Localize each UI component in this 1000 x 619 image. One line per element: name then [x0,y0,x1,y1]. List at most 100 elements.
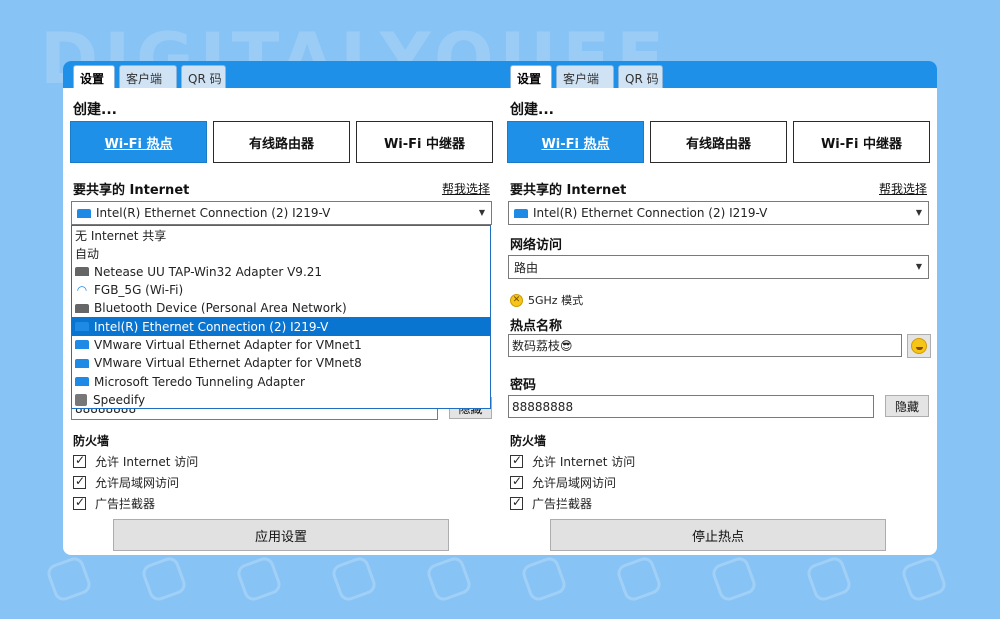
dropdown-option[interactable]: 自动 [72,244,490,262]
ad-blocker-option[interactable]: 广告拦截器 [510,495,592,512]
hotspot-name-value: 数码荔枝😎 [512,339,573,353]
speedify-app-icon [75,393,87,406]
5ghz-mode-label: 5GHz 模式 [528,294,584,307]
help-me-choose-link[interactable]: 帮我选择 [879,180,927,197]
checkbox[interactable] [510,495,523,510]
firewall-label: 防火墙 [510,434,547,448]
checkbox-label: 广告拦截器 [532,497,593,511]
checkbox[interactable] [73,453,86,468]
dropdown-option[interactable]: 无 Internet 共享 [72,226,490,244]
internet-select[interactable]: Intel(R) Ethernet Connection (2) I219-V … [508,201,929,225]
tab-settings[interactable]: 设置 [73,65,115,88]
network-adapter-icon [75,322,89,332]
dropdown-option-label: Intel(R) Ethernet Connection (2) I219-V [94,319,329,334]
network-access-label: 网络访问 [510,238,563,253]
internet-select[interactable]: Intel(R) Ethernet Connection (2) I219-V … [71,201,492,225]
dropdown-option-label: Bluetooth Device (Personal Area Network) [94,301,347,316]
dropdown-option[interactable]: Bluetooth Device (Personal Area Network) [72,299,490,317]
wifi-hotspot-button[interactable]: Wi-Fi 热点 [507,121,644,163]
firewall-label: 防火墙 [73,434,110,448]
dropdown-option-label: Netease UU TAP-Win32 Adapter V9.21 [94,264,323,279]
dropdown-option-label: VMware Virtual Ethernet Adapter for VMne… [94,356,362,371]
dropdown-option[interactable]: Netease UU TAP-Win32 Adapter V9.21 [72,263,490,281]
dropdown-option-label: Speedify [93,392,146,407]
checkbox-label: 允许 Internet 访问 [95,455,199,469]
allow-lan-option[interactable]: 允许局域网访问 [510,474,616,491]
network-access-value: 路由 [514,260,539,275]
ad-blocker-option[interactable]: 广告拦截器 [73,495,155,512]
decorative-icon [139,554,189,604]
hide-password-button[interactable]: 隐藏 [885,395,929,417]
hotspot-name-input[interactable]: 数码荔枝😎 [508,334,902,357]
network-adapter-icon [514,208,528,218]
decorative-icon [424,554,474,604]
wifi-repeater-label: Wi-Fi 中继器 [383,136,466,152]
dropdown-option[interactable]: VMware Virtual Ethernet Adapter for VMne… [72,354,490,372]
wired-router-button[interactable]: 有线路由器 [213,121,350,163]
chevron-down-icon: ▼ [915,262,922,271]
network-adapter-gray-icon [75,267,89,277]
network-adapter-gray-icon [75,303,89,313]
network-access-select[interactable]: 路由 ▼ [508,255,929,279]
wifi-hotspot-label: Wi-Fi 热点 [104,136,173,152]
internet-select-value: Intel(R) Ethernet Connection (2) I219-V [533,206,768,220]
close-circle-icon: ✕ [510,293,523,307]
decorative-icon [519,554,569,604]
internet-share-label: 要共享的 Internet [73,183,190,198]
wifi-hotspot-button[interactable]: Wi-Fi 热点 [70,121,207,163]
left-panel: 设置 客户端 QR 码 创建... Wi-Fi 热点 有线路由器 Wi-Fi 中… [63,61,500,555]
password-input[interactable]: 88888888 [508,395,874,418]
decorative-icon [804,554,854,604]
right-panel: 设置 客户端 QR 码 创建... Wi-Fi 热点 有线路由器 Wi-Fi 中… [500,61,937,555]
dropdown-option-selected[interactable]: Intel(R) Ethernet Connection (2) I219-V [72,317,490,336]
checkbox[interactable] [510,453,523,468]
tab-qr-code[interactable]: QR 码 [181,65,226,88]
checkbox-label: 允许 Internet 访问 [532,455,636,469]
allow-lan-option[interactable]: 允许局域网访问 [73,474,179,491]
wired-router-label: 有线路由器 [248,136,314,152]
dropdown-option-label: Microsoft Teredo Tunneling Adapter [94,374,305,389]
wifi-repeater-button[interactable]: Wi-Fi 中继器 [793,121,930,163]
stop-hotspot-button[interactable]: 停止热点 [550,519,886,551]
checkbox[interactable] [73,474,86,489]
hotspot-name-label: 热点名称 [510,319,563,334]
chevron-down-icon: ▼ [915,208,922,217]
dropdown-option[interactable]: Speedify [72,391,490,409]
tab-clients[interactable]: 客户端 [119,65,177,88]
decorative-icon [709,554,759,604]
decorative-icons-row [40,552,960,612]
dropdown-option[interactable]: Microsoft Teredo Tunneling Adapter [72,372,490,390]
dropdown-option[interactable]: ◠ FGB_5G (Wi-Fi) [72,281,490,299]
chevron-down-icon: ▼ [478,208,485,217]
tab-clients[interactable]: 客户端 [556,65,614,88]
checkbox[interactable] [510,474,523,489]
help-me-choose-link[interactable]: 帮我选择 [442,180,490,197]
wired-router-label: 有线路由器 [685,136,751,152]
wifi-repeater-label: Wi-Fi 中继器 [820,136,903,152]
checkbox-label: 广告拦截器 [95,497,156,511]
tab-qr-code[interactable]: QR 码 [618,65,663,88]
5ghz-mode-option[interactable]: ✕ 5GHz 模式 [510,292,583,308]
password-label: 密码 [510,378,537,393]
apply-settings-button[interactable]: 应用设置 [113,519,449,551]
checkbox-label: 允许局域网访问 [532,476,617,490]
password-value: 88888888 [512,399,574,414]
checkbox[interactable] [73,495,86,510]
network-adapter-icon [75,377,89,387]
dropdown-option-label: VMware Virtual Ethernet Adapter for VMne… [94,337,362,352]
dropdown-option-label: 无 Internet 共享 [75,228,167,243]
tab-settings[interactable]: 设置 [510,65,552,88]
allow-internet-option[interactable]: 允许 Internet 访问 [73,453,198,470]
internet-share-label: 要共享的 Internet [510,183,627,198]
wifi-repeater-button[interactable]: Wi-Fi 中继器 [356,121,493,163]
allow-internet-option[interactable]: 允许 Internet 访问 [510,453,635,470]
checkbox-label: 允许局域网访问 [95,476,180,490]
decorative-icon [899,554,949,604]
decorative-icon [234,554,284,604]
dropdown-option-label: FGB_5G (Wi-Fi) [94,283,184,298]
wired-router-button[interactable]: 有线路由器 [650,121,787,163]
app-window: 设置 客户端 QR 码 创建... Wi-Fi 热点 有线路由器 Wi-Fi 中… [63,61,937,555]
network-adapter-icon [75,358,89,368]
dropdown-option[interactable]: VMware Virtual Ethernet Adapter for VMne… [72,336,490,354]
emoji-picker-button[interactable] [907,334,931,358]
